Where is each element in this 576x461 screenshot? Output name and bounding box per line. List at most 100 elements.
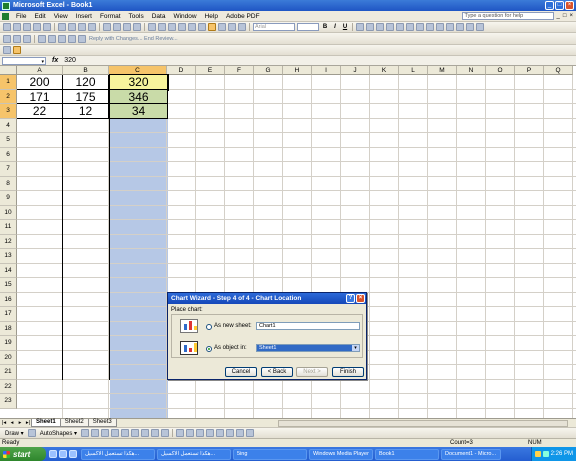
align-right-icon[interactable] <box>376 23 384 31</box>
shadow-icon[interactable] <box>236 429 245 437</box>
oval-icon[interactable] <box>111 429 120 437</box>
dialog-close-button[interactable]: × <box>356 294 365 303</box>
reject-icon[interactable] <box>78 34 86 43</box>
row-header-16[interactable]: 16 <box>0 292 17 307</box>
row-header-2[interactable]: 2 <box>0 89 17 104</box>
bold-button[interactable]: B <box>321 23 329 31</box>
underline-button[interactable]: U <box>341 23 349 31</box>
copy-icon[interactable] <box>113 23 121 31</box>
menu-insert[interactable]: Insert <box>72 13 96 20</box>
task-button-document1[interactable]: Document1 - Micro... <box>441 448 501 460</box>
task-button-book1[interactable]: Book1 <box>375 448 439 460</box>
borders-icon[interactable] <box>456 23 464 31</box>
quicklaunch-media-icon[interactable] <box>69 450 77 458</box>
tray-icon[interactable] <box>534 451 541 457</box>
font-size-select[interactable] <box>297 23 319 31</box>
column-header-d[interactable]: D <box>167 66 196 75</box>
undo-icon[interactable] <box>148 23 156 31</box>
review-commands[interactable]: Reply with Changes... End Review... <box>89 36 178 42</box>
row-header-21[interactable]: 21 <box>0 365 17 380</box>
cell-c1[interactable]: 320 <box>109 74 169 91</box>
select-all-corner[interactable] <box>0 66 17 75</box>
finish-button[interactable]: Finish <box>332 367 364 377</box>
chart-type-icon[interactable] <box>3 46 11 54</box>
font-color-draw-icon[interactable] <box>196 429 205 437</box>
align-center-icon[interactable] <box>366 23 374 31</box>
track-icon[interactable] <box>48 34 56 43</box>
line-icon[interactable] <box>81 429 90 437</box>
row-header-5[interactable]: 5 <box>0 133 17 148</box>
format-painter-icon[interactable] <box>133 23 141 31</box>
pdf-review-icon[interactable] <box>23 34 31 43</box>
compare-icon[interactable] <box>58 34 66 43</box>
fx-icon[interactable]: fx <box>52 57 58 64</box>
object-in-radio[interactable] <box>206 346 212 352</box>
cell-b3[interactable]: 12 <box>63 104 109 119</box>
zoom-icon[interactable] <box>228 23 236 31</box>
paste-icon[interactable] <box>123 23 131 31</box>
quicklaunch-desktop-icon[interactable] <box>59 450 67 458</box>
comma-icon[interactable] <box>416 23 424 31</box>
row-header-23[interactable]: 23 <box>0 394 17 409</box>
cell-a3[interactable]: 22 <box>17 104 63 119</box>
menu-file[interactable]: File <box>12 13 30 20</box>
font-color-icon[interactable] <box>476 23 484 31</box>
diagram-icon[interactable] <box>141 429 150 437</box>
column-header-j[interactable]: J <box>341 66 370 75</box>
permission-icon[interactable] <box>33 23 41 31</box>
quicklaunch-ie-icon[interactable] <box>49 450 57 458</box>
object-in-select[interactable]: Sheet1 ▾ <box>256 344 360 352</box>
task-button-2[interactable]: هكذا تستعمل الاكسيل... <box>157 448 231 460</box>
clock[interactable]: 2:26 PM <box>551 451 573 457</box>
prev-sheet-button[interactable]: ◂ <box>9 420 15 426</box>
row-header-17[interactable]: 17 <box>0 307 17 322</box>
column-header-h[interactable]: H <box>283 66 312 75</box>
new-sheet-name-input[interactable]: Chart1 <box>256 322 360 330</box>
column-header-f[interactable]: F <box>225 66 254 75</box>
select-objects-icon[interactable] <box>27 429 36 437</box>
row-header-11[interactable]: 11 <box>0 220 17 235</box>
row-header-9[interactable]: 9 <box>0 191 17 206</box>
row-header-1[interactable]: 1 <box>0 75 17 90</box>
menu-data[interactable]: Data <box>148 13 170 20</box>
email-icon[interactable] <box>43 23 51 31</box>
percent-icon[interactable] <box>406 23 414 31</box>
menu-tools[interactable]: Tools <box>125 13 148 20</box>
font-name-select[interactable]: Arial <box>253 23 295 31</box>
column-header-k[interactable]: K <box>370 66 399 75</box>
row-header-15[interactable]: 15 <box>0 278 17 293</box>
tab-sheet2[interactable]: Sheet2 <box>59 419 89 427</box>
cell-a1[interactable]: 200 <box>17 75 63 90</box>
drawing-icon[interactable] <box>218 23 226 31</box>
accept-icon[interactable] <box>68 34 76 43</box>
help-question-input[interactable]: Type a question for help <box>461 12 554 20</box>
line-style-icon[interactable] <box>206 429 215 437</box>
cell-b1[interactable]: 120 <box>63 75 109 90</box>
cell-b2[interactable]: 175 <box>63 89 109 104</box>
draw-menu[interactable]: Draw ▾ <box>2 430 27 437</box>
maximize-button[interactable]: □ <box>555 1 564 10</box>
cut-icon[interactable] <box>103 23 111 31</box>
column-header-n[interactable]: N <box>457 66 486 75</box>
doc-minimize-button[interactable]: _ <box>557 13 560 19</box>
arrow-icon[interactable] <box>91 429 100 437</box>
clipart-icon[interactable] <box>151 429 160 437</box>
column-header-g[interactable]: G <box>254 66 283 75</box>
menu-view[interactable]: View <box>50 13 72 20</box>
row-header-14[interactable]: 14 <box>0 263 17 278</box>
task-button-3[interactable]: 5ing <box>233 448 307 460</box>
open-icon[interactable] <box>13 23 21 31</box>
formula-value[interactable]: 320 <box>64 57 76 64</box>
pdf-mail-icon[interactable] <box>13 34 21 43</box>
chart-wizard-small-icon[interactable] <box>13 46 21 54</box>
sort-ascending-icon[interactable] <box>188 23 196 31</box>
menu-edit[interactable]: Edit <box>30 13 49 20</box>
pdf-icon[interactable] <box>3 34 11 43</box>
cell-c3[interactable]: 34 <box>110 104 168 119</box>
column-header-m[interactable]: M <box>428 66 457 75</box>
cell-a2[interactable]: 171 <box>17 89 63 104</box>
sort-descending-icon[interactable] <box>198 23 206 31</box>
rectangle-icon[interactable] <box>101 429 110 437</box>
redo-icon[interactable] <box>158 23 166 31</box>
menu-adobe-pdf[interactable]: Adobe PDF <box>222 13 264 20</box>
